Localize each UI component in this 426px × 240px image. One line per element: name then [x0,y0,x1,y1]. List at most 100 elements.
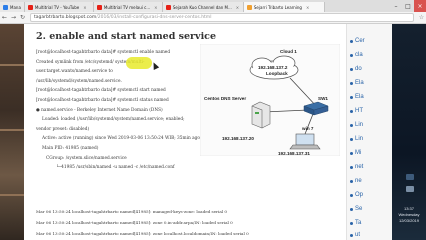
browser-tab[interactable]: Mana [0,2,25,12]
output-line: Created symlink from /etc/systemd/ syste… [36,59,145,65]
output-line: Main PID: 41985 (named) [42,145,99,151]
sidebar-item[interactable]: Op [350,192,363,198]
cloud-sub: Loopback [266,71,288,76]
log-line: Mar 06 13:50:24 localhost-tagahtrbarto n… [36,231,249,236]
sidebar-item[interactable]: Ela [350,94,364,100]
server-title: Centos DNS Server [204,96,246,101]
address-bar: ← → ↻ tagarbtrbarto.blogspot.com /2016/0… [0,12,426,24]
sidebar-item[interactable]: Se [350,206,362,212]
bullet-icon [350,109,353,113]
sidebar-item-label: Ela [355,80,364,86]
output-line: [root@localhost-tagahtrbarto data]# syst… [36,50,171,55]
sidebar-item-label: Mi [355,150,362,156]
output-line: Active: active (running) since Wed 2019-… [42,136,200,142]
sidebar-item[interactable]: cla [350,52,363,58]
system-clock[interactable]: 13:37 Wednesday 12/03/2019 [392,206,426,224]
tab-label: Sejarah Kuo Channel dan M... [172,4,232,10]
server-icon [251,101,271,129]
sidebar-item[interactable]: Cer [350,38,365,44]
blogger-icon [246,4,252,10]
sidebar-item[interactable]: ne [350,178,362,184]
server-ip: 192.168.137.20 [222,136,254,141]
url-input[interactable]: tagarbtrbarto.blogspot.com /2016/03/inst… [30,13,414,22]
bullet-icon [350,67,353,71]
bullet-icon [350,123,353,127]
output-line: user.target.wants/named.service to [36,69,113,75]
sidebar-item[interactable]: Ela [350,80,364,86]
tab-favicon-icon [3,4,8,10]
sidebar-item[interactable]: ut [350,232,360,238]
tab-close-icon[interactable]: × [236,5,239,10]
output-line: vendor preset: disabled) [36,126,90,132]
network-diagram: Cloud 1 192.168.137.2 Loopback Centos DN… [199,43,341,157]
reload-icon[interactable]: ↻ [18,14,27,21]
volume-icon[interactable] [406,186,414,192]
maximize-button[interactable]: □ [402,0,414,12]
shelf-line [0,194,24,196]
command-output: [root@localhost-tagahtrbarto data]# syst… [36,48,200,173]
youtube-icon [165,4,171,10]
sidebar-item-label: do [355,66,362,72]
sidebar-item[interactable]: Lin [350,122,363,128]
switch-label: SW1 [318,96,328,101]
cloud-title: Cloud 1 [280,49,297,54]
tab-label: Mana [10,4,21,10]
tab-close-icon[interactable]: × [154,5,157,10]
network-diagram-svg: Cloud 1 192.168.137.2 Loopback Centos DN… [199,43,341,157]
sidebar-item-label: Op [355,192,364,198]
bullet-icon [350,39,353,43]
sidebar-item-label: Se [355,206,363,212]
highlighter-cursor-mark [126,57,152,69]
browser-tab[interactable]: Multitrial TV - YouTube × [24,2,94,12]
output-line: ● named.service - Berkeley Internet Name… [36,107,163,113]
output-line: [root@localhost-tagahtrbarto data]# syst… [36,97,169,103]
output-line: └─41985 /usr/sbin/named -u named -c /etc… [56,165,175,171]
tab-close-icon[interactable]: × [306,5,309,10]
bullet-icon [350,233,353,237]
sidebar-item-label: Ta [355,220,362,226]
shelf-line [0,64,24,66]
tab-label: Sejarri Tribarto Learning [253,4,302,10]
sidebar-item[interactable]: Lin [350,136,363,142]
network-icon[interactable] [406,174,414,180]
sidebar-item[interactable]: Mi [350,150,361,156]
bullet-icon [350,95,353,99]
back-arrow-icon[interactable]: ← [0,14,9,21]
cloud-ip: 192.168.137.2 [258,65,288,70]
window-controls: – □ × [390,0,426,12]
clock-date: 12/03/2019 [398,218,420,223]
sidebar-item-label: Lin [355,136,364,142]
sidebar-item-label: ne [355,178,362,184]
output-line: [root@localhost-tagahtrbarto data]# syst… [36,88,166,94]
tab-close-icon[interactable]: × [83,5,86,10]
sidebar-item[interactable]: do [350,66,362,72]
sidebar-item-label: cla [355,52,363,58]
minimize-button[interactable]: – [390,0,402,12]
log-line: Mar 06 13:50:24 localhost-tagahtrbarto n… [36,209,227,214]
bullet-icon [350,207,353,211]
bullet-icon [350,81,353,85]
bullet-icon [350,151,353,155]
sidebar-item[interactable]: net [350,164,363,170]
log-line: Mar 06 13:50:24 localhost-tagahtrbarto n… [36,220,233,225]
browser-tab-active[interactable]: Sejarri Tribarto Learning × [243,2,325,12]
star-icon[interactable]: ☆ [417,14,426,21]
browser-tab[interactable]: Sejarah Kuo Channel dan M... × [162,2,244,12]
client-ip: 192.168.137.31 [278,151,310,156]
browser-tab[interactable]: Multitrial TV melaui c... × [93,2,163,12]
bullet-icon [350,165,353,169]
sidebar-item-label: Lin [355,122,364,128]
bullet-icon [350,179,353,183]
youtube-icon [96,4,102,10]
sidebar-item-label: net [355,164,364,170]
output-line: /usr/lib/systemd/system/named.service. [36,78,122,84]
close-button[interactable]: × [414,0,426,12]
sidebar-item[interactable]: Ta [350,220,361,226]
sidebar-item[interactable]: HT [350,108,363,114]
journal-log: Mar 06 13:50:24 localhost-tagahtrbarto n… [36,206,336,239]
shelf-line [0,129,24,131]
forward-arrow-icon[interactable]: → [9,14,18,21]
url-domain: tagarbtrbarto.blogspot.com [34,15,97,20]
section-heading: 2. enable and start named service [36,31,217,42]
label-sidebar: Cer cla do Ela Ela HT Lin Lin Mi net ne … [346,24,393,240]
